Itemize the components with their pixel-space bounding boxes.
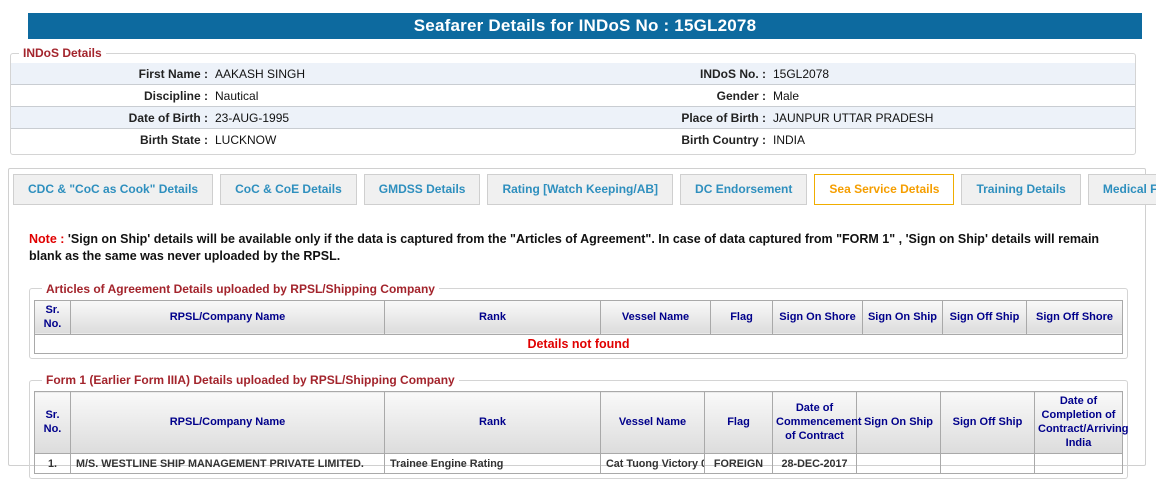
- page-title: Seafarer Details for INDoS No : 15GL2078: [28, 13, 1142, 39]
- tab-cdc-coc-as-cook-details[interactable]: CDC & "CoC as Cook" Details: [13, 174, 214, 205]
- articles-of-agreement-table: Sr. No. RPSL/Company Name Rank Vessel Name F…: [34, 299, 1123, 355]
- table-empty-row: Details not found: [34, 334, 1123, 355]
- field-value: Male: [773, 88, 800, 103]
- table-cell: Trainee Engine Rating: [384, 453, 601, 475]
- table-row: 1. M/S. WESTLINE SHIP MANAGEMENT PRIVATE …: [34, 453, 1123, 475]
- column-header: RPSL/Company Name: [70, 299, 385, 336]
- column-header: Rank: [384, 391, 601, 455]
- column-header: Date of Completion of Contract/Arriving …: [1034, 391, 1128, 455]
- field-label: First Name :: [138, 66, 208, 81]
- indos-detail-row: Discipline : Nautical Gender : Male: [11, 85, 1135, 107]
- column-header: Sign On Ship: [856, 391, 941, 455]
- column-header: Sign On Shore: [772, 299, 863, 336]
- table-cell: [856, 453, 941, 475]
- form1-table: Sr. No. RPSL/Company Name Rank Vessel Name F…: [34, 391, 1128, 475]
- column-header: Vessel Name: [600, 299, 711, 336]
- column-header: Rank: [384, 299, 601, 336]
- indos-details-legend: INDoS Details: [23, 46, 102, 60]
- indos-detail-row: First Name : AAKASH SINGH INDoS No. : 15GL2…: [11, 63, 1135, 85]
- field-value: JAUNPUR UTTAR PRADESH: [773, 110, 934, 125]
- column-header: Flag: [710, 299, 773, 336]
- column-header: Sign Off Ship: [942, 299, 1027, 336]
- field-value: INDIA: [773, 133, 806, 147]
- tab-rating-watch-keeping-ab[interactable]: Rating [Watch Keeping/AB]: [487, 174, 674, 205]
- table-cell: 1.: [34, 453, 71, 475]
- tab-training-details[interactable]: Training Details: [961, 174, 1081, 205]
- field-label: Birth State :: [139, 133, 208, 147]
- note-text: Note : 'Sign on Ship' details will be av…: [29, 231, 1123, 265]
- column-header: Sign Off Shore: [1026, 299, 1123, 336]
- tab-gmdss-details[interactable]: GMDSS Details: [363, 174, 481, 205]
- table-cell: [940, 453, 1035, 475]
- field-value: 15GL2078: [773, 66, 830, 81]
- column-header: Sr. No.: [34, 391, 71, 455]
- column-header: Vessel Name: [600, 391, 705, 455]
- table-header-row: Sr. No. RPSL/Company Name Rank Vessel Name F…: [34, 299, 1123, 336]
- articles-of-agreement-section: Articles of Agreement Details uploaded b…: [29, 281, 1128, 360]
- column-header: Flag: [704, 391, 773, 455]
- tab-dc-endorsement[interactable]: DC Endorsement: [680, 174, 808, 205]
- table-cell: [1034, 453, 1123, 475]
- indos-details-rows: First Name : AAKASH SINGH INDoS No. : 15GL2…: [11, 63, 1135, 151]
- column-header: Sr. No.: [34, 299, 71, 336]
- table-cell: Cat Tuong Victory 09: [600, 453, 705, 475]
- column-header: Date of Commencement of Contract: [772, 391, 862, 455]
- field-label: Discipline :: [143, 88, 208, 103]
- indos-details-section: INDoS Details First Name : AAKASH SINGH IN…: [10, 46, 1136, 155]
- indos-detail-row: Date of Birth : 23-AUG-1995 Place of Birth…: [11, 107, 1135, 129]
- field-label: Place of Birth :: [681, 110, 766, 125]
- tab-medical-fitness-certificate[interactable]: Medical Fitness Certificate: [1087, 174, 1156, 205]
- note-label: Note :: [29, 232, 65, 246]
- articles-of-agreement-legend: Articles of Agreement Details uploaded b…: [46, 281, 435, 296]
- form1-section: Form 1 (Earlier Form IIIA) Details uploa…: [29, 373, 1128, 480]
- main-panel: CDC & "CoC as Cook" Details CoC & CoE Det…: [8, 168, 1156, 480]
- field-label: Date of Birth :: [128, 110, 208, 125]
- table-cell: 28-DEC-2017: [772, 453, 857, 475]
- note-body: 'Sign on Ship' details will be available…: [29, 232, 1100, 263]
- form1-legend: Form 1 (Earlier Form IIIA) Details uploa…: [46, 373, 455, 388]
- column-header: RPSL/Company Name: [70, 391, 385, 455]
- table-cell: FOREIGN: [704, 453, 773, 475]
- tab-bar: CDC & "CoC as Cook" Details CoC & CoE Det…: [9, 169, 1156, 205]
- indos-detail-row: Birth State : LUCKNOW Birth Country : INDIA: [11, 129, 1135, 151]
- field-value: AAKASH SINGH: [215, 66, 306, 81]
- field-value: LUCKNOW: [215, 133, 277, 147]
- field-value: 23-AUG-1995: [215, 110, 290, 125]
- tab-coc-coe-details[interactable]: CoC & CoE Details: [220, 174, 357, 205]
- field-label: INDoS No. :: [700, 66, 766, 81]
- field-label: Birth Country :: [681, 133, 766, 147]
- table-header-row: Sr. No. RPSL/Company Name Rank Vessel Name F…: [34, 391, 1128, 455]
- tab-sea-service-details[interactable]: Sea Service Details: [814, 174, 955, 205]
- details-not-found-message: Details not found: [34, 334, 1123, 355]
- column-header: Sign On Ship: [862, 299, 943, 336]
- field-value: Nautical: [215, 88, 259, 103]
- table-cell: M/S. WESTLINE SHIP MANAGEMENT PRIVATE LI…: [70, 453, 385, 475]
- field-label: Gender :: [716, 88, 766, 103]
- column-header: Sign Off Ship: [940, 391, 1035, 455]
